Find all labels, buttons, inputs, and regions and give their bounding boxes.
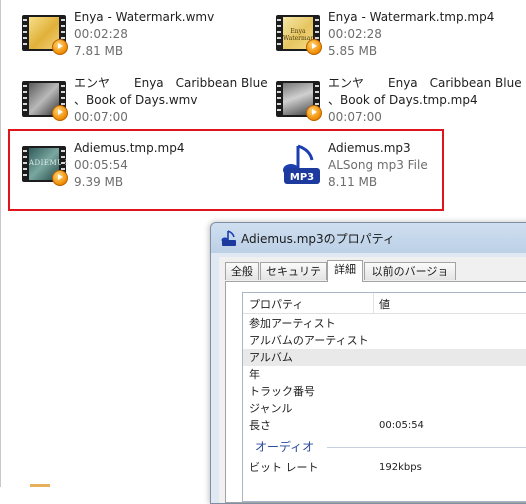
play-badge-icon xyxy=(52,170,68,186)
video-thumbnail-icon: ADIEMUS xyxy=(20,140,68,188)
file-item-enya-caribbean-blue-wmv[interactable]: エンヤ Enya Caribbean Blue 、Book of Days.wm… xyxy=(20,75,270,129)
dialog-titlebar[interactable]: Adiemus.mp3のプロパティ xyxy=(211,223,526,253)
file-size: 8.11 MB xyxy=(328,175,378,189)
file-item-enya-watermark-tmp-mp4[interactable]: Enya Watermark Enya - Watermark.tmp.mp4 … xyxy=(274,9,524,63)
file-name: Adiemus.mp3 xyxy=(328,141,411,155)
tab-security[interactable]: セキュリティ xyxy=(260,262,327,296)
property-row[interactable]: ビット レート 192kbps xyxy=(243,459,526,476)
thumbnail-text: ADIEMUS xyxy=(29,159,69,167)
file-size: 7.81 MB xyxy=(74,44,124,58)
play-badge-icon xyxy=(306,105,322,121)
play-badge-icon xyxy=(52,105,68,121)
property-row[interactable]: 年 xyxy=(243,366,526,383)
file-name-continued: 、Book of Days.wmv xyxy=(74,93,198,107)
property-key: ジャンル xyxy=(249,402,293,415)
details-panel: プロパティ 値 参加アーティスト アルバムのアーティスト アルバム 年 トラック… xyxy=(225,281,526,503)
file-item-adiemus-tmp-mp4[interactable]: ADIEMUS Adiemus.tmp.mp4 00:05:54 9.39 MB xyxy=(20,140,250,194)
column-divider[interactable] xyxy=(373,293,374,313)
file-duration: 00:05:54 xyxy=(74,158,128,172)
property-row[interactable]: アルバムのアーティスト xyxy=(243,332,526,349)
property-key: 参加アーティスト xyxy=(249,317,336,330)
file-name-continued: 、Book of Days.tmp.mp4 xyxy=(328,93,478,107)
file-item-enya-caribbean-blue-tmp-mp4[interactable]: エンヤ Enya Caribbean Blue 、Book of Days.tm… xyxy=(274,75,526,129)
play-badge-icon xyxy=(52,39,68,55)
property-row[interactable]: トラック番号 xyxy=(243,383,526,400)
property-row[interactable]: 長さ 00:05:54 xyxy=(243,417,526,434)
file-item-enya-watermark-wmv[interactable]: Enya - Watermark.wmv 00:02:28 7.81 MB xyxy=(20,9,250,63)
file-duration: 00:02:28 xyxy=(74,27,128,41)
column-header-property[interactable]: プロパティ xyxy=(249,296,303,312)
property-row-highlighted[interactable]: アルバム xyxy=(243,349,526,366)
file-type: ALSong mp3 File xyxy=(328,158,428,172)
file-duration: 00:07:00 xyxy=(328,110,382,124)
property-value: 00:05:54 xyxy=(379,420,424,431)
file-name: Enya - Watermark.tmp.mp4 xyxy=(328,10,495,24)
mp3-file-icon: MP3 xyxy=(274,140,322,188)
group-heading-label: オーディオ xyxy=(255,440,315,454)
file-item-adiemus-mp3[interactable]: MP3 Adiemus.mp3 ALSong mp3 File 8.11 MB xyxy=(274,140,504,194)
file-duration: 00:02:28 xyxy=(328,27,382,41)
file-size: 9.39 MB xyxy=(74,175,124,189)
file-name: エンヤ Enya Caribbean Blue xyxy=(74,76,268,90)
video-thumbnail-icon xyxy=(20,9,68,57)
column-header-value[interactable]: 値 xyxy=(379,296,390,312)
property-key: ビット レート xyxy=(249,461,319,474)
group-divider xyxy=(327,447,526,448)
file-name: エンヤ Enya Caribbean Blue xyxy=(328,76,522,90)
tab-previous-versions[interactable]: 以前のバージョン xyxy=(364,262,456,296)
properties-dialog: Adiemus.mp3のプロパティ 全般 セキュリティ 詳細 以前のバージョン … xyxy=(210,222,526,504)
dialog-body: 全般 セキュリティ 詳細 以前のバージョン プロパティ 値 参加アーティスト ア… xyxy=(219,257,526,503)
tab-details[interactable]: 詳細 xyxy=(327,260,363,282)
mp3-icon-label: MP3 xyxy=(290,172,314,183)
property-row[interactable]: 参加アーティスト xyxy=(243,315,526,332)
left-scroll-edge xyxy=(0,0,1,487)
file-name: Enya - Watermark.wmv xyxy=(74,10,215,24)
video-thumbnail-icon xyxy=(20,75,68,123)
dialog-title: Adiemus.mp3のプロパティ xyxy=(241,232,395,246)
property-key: 長さ xyxy=(249,419,271,432)
property-list: プロパティ 値 参加アーティスト アルバムのアーティスト アルバム 年 トラック… xyxy=(242,292,526,502)
property-row[interactable]: ジャンル xyxy=(243,400,526,417)
file-size: 5.85 MB xyxy=(328,44,378,58)
tab-general[interactable]: 全般 xyxy=(225,262,259,280)
file-name: Adiemus.tmp.mp4 xyxy=(74,141,185,155)
video-thumbnail-icon xyxy=(274,75,322,123)
play-badge-icon xyxy=(306,39,322,55)
video-thumbnail-icon: Enya Watermark xyxy=(274,9,322,57)
property-key: 年 xyxy=(249,368,260,381)
property-list-header: プロパティ 値 xyxy=(243,293,526,314)
mp3-file-icon xyxy=(221,230,236,246)
file-duration: 00:07:00 xyxy=(74,110,128,124)
property-key: トラック番号 xyxy=(249,385,315,398)
property-key: アルバム xyxy=(249,351,293,364)
property-key: アルバムのアーティスト xyxy=(249,334,369,347)
property-value: 192kbps xyxy=(379,462,422,473)
group-heading-audio: オーディオ xyxy=(243,437,526,455)
